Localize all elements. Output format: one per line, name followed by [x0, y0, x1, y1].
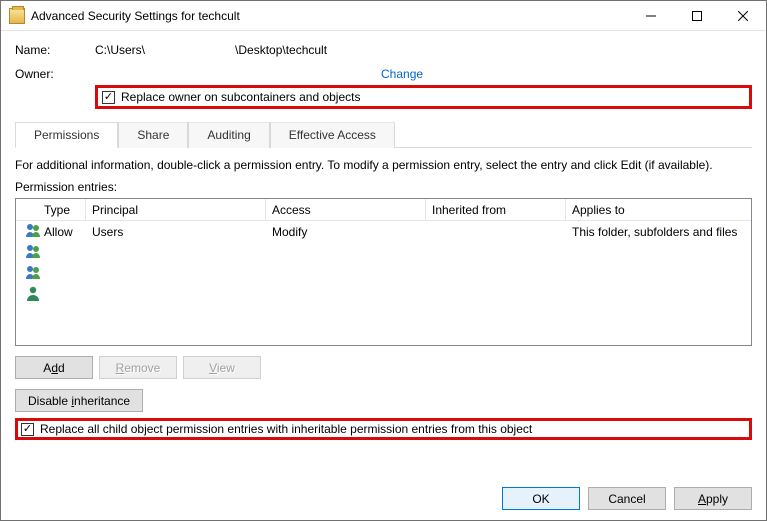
- col-inherited[interactable]: Inherited from: [426, 199, 566, 220]
- grid-header: Type Principal Access Inherited from App…: [16, 199, 751, 221]
- disable-inheritance-button[interactable]: Disable inheritance: [15, 389, 143, 412]
- cell-access: Modify: [266, 225, 426, 239]
- name-row: Name: C:\Users\ \Desktop\techcult: [15, 43, 752, 57]
- info-text: For additional information, double-click…: [15, 158, 752, 172]
- remove-button: Remove: [99, 356, 177, 379]
- users-group-icon: [25, 248, 41, 262]
- cell-applies: This folder, subfolders and files: [566, 225, 751, 239]
- tab-label: Auditing: [207, 128, 250, 142]
- col-icon[interactable]: [16, 199, 38, 220]
- content-area: Name: C:\Users\ \Desktop\techcult Owner: …: [1, 31, 766, 520]
- replace-owner-text: Replace owner on subcontainers and objec…: [121, 90, 360, 104]
- replace-child-text: Replace all child object permission entr…: [40, 422, 532, 436]
- replace-child-highlight: Replace all child object permission entr…: [15, 418, 752, 440]
- col-principal[interactable]: Principal: [86, 199, 266, 220]
- window-title: Advanced Security Settings for techcult: [31, 9, 628, 23]
- table-row[interactable]: [16, 284, 751, 305]
- view-button: View: [183, 356, 261, 379]
- replace-child-checkbox[interactable]: [21, 423, 34, 436]
- folder-icon: [9, 8, 25, 24]
- tab-label: Effective Access: [289, 128, 376, 142]
- disable-inheritance-row: Disable inheritance: [15, 389, 752, 412]
- change-owner-link[interactable]: Change: [381, 67, 423, 81]
- permission-entries-label: Permission entries:: [15, 180, 752, 194]
- tab-label: Permissions: [34, 128, 99, 142]
- tab-share[interactable]: Share: [118, 122, 188, 148]
- add-button[interactable]: Add: [15, 356, 93, 379]
- path-part1: C:\Users\: [95, 43, 145, 57]
- tab-permissions[interactable]: Permissions: [15, 122, 118, 148]
- tab-effective-access[interactable]: Effective Access: [270, 122, 395, 148]
- replace-owner-checkbox[interactable]: [102, 91, 115, 104]
- tab-label: Share: [137, 128, 169, 142]
- minimize-button[interactable]: [628, 1, 674, 30]
- apply-button[interactable]: Apply: [674, 487, 752, 510]
- cell-type: Allow: [38, 225, 86, 239]
- permission-grid[interactable]: Type Principal Access Inherited from App…: [15, 198, 752, 346]
- dialog-buttons: OK Cancel Apply: [15, 477, 752, 510]
- cancel-button[interactable]: Cancel: [588, 487, 666, 510]
- users-group-icon: [25, 227, 41, 241]
- users-group-icon: [25, 269, 41, 283]
- dialog-window: Advanced Security Settings for techcult …: [0, 0, 767, 521]
- col-access[interactable]: Access: [266, 199, 426, 220]
- maximize-button[interactable]: [674, 1, 720, 30]
- owner-label: Owner:: [15, 67, 95, 81]
- close-button[interactable]: [720, 1, 766, 30]
- titlebar: Advanced Security Settings for techcult: [1, 1, 766, 31]
- table-row[interactable]: [16, 242, 751, 263]
- col-type[interactable]: Type: [38, 199, 86, 220]
- grid-body: Allow Users Modify This folder, subfolde…: [16, 221, 751, 305]
- permission-buttons: Add Remove View: [15, 356, 752, 379]
- window-controls: [628, 1, 766, 30]
- owner-row: Owner: Change: [15, 67, 752, 81]
- name-label: Name:: [15, 43, 95, 57]
- tab-auditing[interactable]: Auditing: [188, 122, 269, 148]
- col-applies[interactable]: Applies to: [566, 199, 751, 220]
- replace-owner-highlight: Replace owner on subcontainers and objec…: [95, 85, 752, 109]
- table-row[interactable]: [16, 263, 751, 284]
- path-part2: \Desktop\techcult: [235, 43, 327, 57]
- tabstrip: Permissions Share Auditing Effective Acc…: [15, 121, 752, 148]
- table-row[interactable]: Allow Users Modify This folder, subfolde…: [16, 221, 751, 242]
- cell-principal: Users: [86, 225, 266, 239]
- object-path: C:\Users\ \Desktop\techcult: [95, 43, 327, 57]
- user-icon: [25, 290, 41, 304]
- ok-button[interactable]: OK: [502, 487, 580, 510]
